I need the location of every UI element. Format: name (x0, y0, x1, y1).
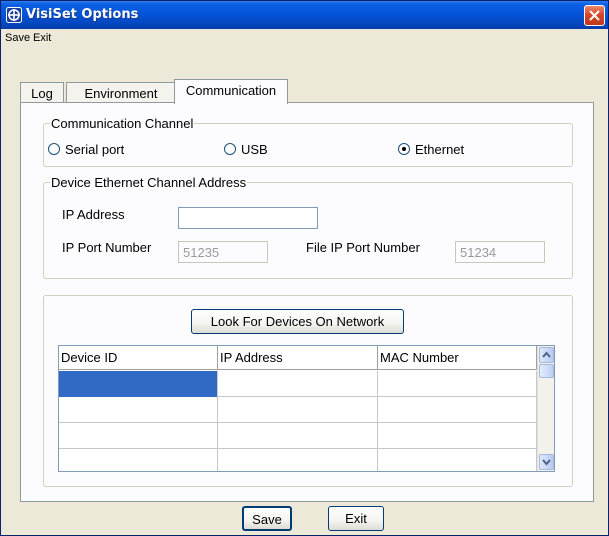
close-button[interactable] (584, 5, 605, 26)
table-cell[interactable] (59, 371, 218, 397)
file-port-label: File IP Port Number (306, 240, 420, 255)
radio-serial-label: Serial port (65, 142, 125, 157)
scroll-down-button[interactable] (539, 454, 554, 470)
menu-exit[interactable]: Exit (33, 32, 51, 44)
file-port-input[interactable]: 51234 (455, 241, 545, 263)
radio-usb[interactable]: USB (224, 142, 268, 157)
radio-serial-indicator (48, 143, 60, 155)
table-cell[interactable] (218, 397, 378, 423)
look-for-devices-button[interactable]: Look For Devices On Network (191, 309, 404, 334)
table-cell[interactable] (59, 397, 218, 423)
communication-channel-label: Communication Channel (50, 116, 195, 131)
ip-address-label: IP Address (62, 207, 125, 222)
table-cell[interactable] (218, 371, 378, 397)
tab-log[interactable]: Log (20, 82, 64, 103)
devices-table: Device ID IP Address MAC Number (58, 345, 555, 472)
exit-button[interactable]: Exit (328, 506, 384, 531)
ip-port-input[interactable]: 51235 (178, 241, 268, 263)
radio-ethernet[interactable]: Ethernet (398, 142, 464, 157)
table-cell[interactable] (378, 371, 537, 397)
table-scrollbar[interactable] (537, 346, 554, 471)
options-window: VisiSet Options Save Exit Log Environmen… (0, 0, 609, 536)
table-cell[interactable] (378, 423, 537, 449)
table-row[interactable] (59, 449, 537, 471)
title-bar[interactable]: VisiSet Options (1, 1, 608, 29)
table-cell[interactable] (378, 449, 537, 471)
radio-ethernet-label: Ethernet (415, 142, 465, 157)
close-icon (589, 10, 600, 21)
table-row[interactable] (59, 423, 537, 449)
ethernet-address-label: Device Ethernet Channel Address (50, 175, 248, 190)
app-icon (6, 7, 22, 23)
column-mac-number[interactable]: MAC Number (378, 346, 537, 370)
ip-address-input[interactable] (178, 207, 318, 229)
radio-serial-port[interactable]: Serial port (48, 142, 124, 157)
table-cell[interactable] (59, 449, 218, 471)
scroll-thumb[interactable] (539, 364, 554, 378)
table-cell[interactable] (218, 449, 378, 471)
column-ip-address[interactable]: IP Address (218, 346, 378, 370)
radio-usb-label: USB (241, 142, 268, 157)
communication-channel-group: Communication Channel Serial port USB Et… (43, 116, 573, 167)
table-row[interactable] (59, 371, 537, 397)
chevron-down-icon (542, 459, 551, 466)
tab-communication[interactable]: Communication (174, 79, 288, 104)
save-button[interactable]: Save (242, 506, 292, 531)
table-row[interactable] (59, 397, 537, 423)
column-device-id[interactable]: Device ID (59, 346, 218, 370)
menu-bar: Save Exit (1, 29, 608, 49)
chevron-up-icon (542, 351, 551, 358)
radio-ethernet-indicator (398, 143, 410, 155)
table-cell[interactable] (218, 423, 378, 449)
table-cell[interactable] (59, 423, 218, 449)
radio-usb-indicator (224, 143, 236, 155)
scroll-up-button[interactable] (539, 347, 554, 363)
table-header: Device ID IP Address MAC Number (59, 346, 537, 370)
menu-save[interactable]: Save (5, 32, 30, 44)
window-title: VisiSet Options (26, 7, 139, 22)
tab-environment[interactable]: Environment (66, 82, 176, 103)
table-cell[interactable] (378, 397, 537, 423)
ethernet-address-group: Device Ethernet Channel Address IP Addre… (43, 175, 573, 279)
ip-port-label: IP Port Number (62, 240, 152, 255)
